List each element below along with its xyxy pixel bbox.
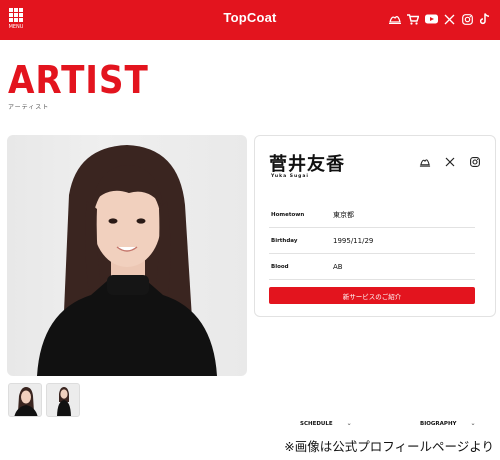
info-label: Birthday — [271, 237, 298, 244]
tab-biography[interactable]: BIOGRAPHY ⌄ — [420, 420, 476, 427]
site-header: MENU TopCoat — [0, 0, 500, 40]
tiktok-icon[interactable] — [478, 12, 492, 26]
brand-logo[interactable]: TopCoat — [223, 10, 276, 25]
info-label: Hometown — [271, 211, 305, 218]
instagram-icon[interactable] — [469, 156, 481, 168]
tab-label: BIOGRAPHY — [420, 420, 457, 427]
info-value: 1995/11/29 — [333, 236, 374, 245]
info-value: 東京都 — [333, 210, 354, 219]
fc-logo-icon[interactable] — [419, 156, 431, 168]
image-source-caption: ※画像は公式プロフィールページより — [276, 434, 500, 456]
info-label: Blood — [271, 263, 289, 270]
menu-label: MENU — [8, 24, 24, 30]
instagram-icon[interactable] — [460, 12, 474, 26]
new-service-button[interactable]: 新サービスのご紹介 — [269, 287, 475, 304]
artist-name: 菅井友香 — [269, 154, 345, 175]
grid-menu-icon — [9, 8, 23, 22]
info-row-hometown: Hometown 東京都 — [269, 202, 475, 228]
artist-romaji: Yuka Sugai — [271, 174, 309, 179]
info-row-blood: Blood AB — [269, 254, 475, 280]
cart-icon[interactable] — [406, 12, 420, 26]
page-subtitle: アーティスト — [8, 104, 50, 111]
photo-thumbnail-1[interactable] — [8, 383, 42, 417]
tab-schedule[interactable]: SCHEDULE ⌄ — [300, 420, 352, 427]
photo-thumbnail-2[interactable] — [46, 383, 80, 417]
info-value: AB — [333, 262, 343, 271]
chevron-down-icon: ⌄ — [346, 420, 352, 427]
x-icon[interactable] — [444, 156, 456, 168]
artist-social-links — [419, 156, 481, 168]
header-icon-bar — [388, 11, 492, 27]
x-icon[interactable] — [442, 12, 456, 26]
youtube-icon[interactable] — [424, 12, 438, 26]
tab-label: SCHEDULE — [300, 420, 333, 427]
artist-photo — [7, 135, 247, 376]
menu-button[interactable]: MENU — [6, 6, 26, 34]
page-title: ARTIST — [8, 58, 149, 102]
artist-info-card: 菅井友香 Yuka Sugai Hometown 東京都 Birthday 19… — [254, 135, 496, 317]
info-row-birthday: Birthday 1995/11/29 — [269, 228, 475, 254]
chevron-down-icon: ⌄ — [470, 420, 476, 427]
fc-logo-icon[interactable] — [388, 12, 402, 26]
